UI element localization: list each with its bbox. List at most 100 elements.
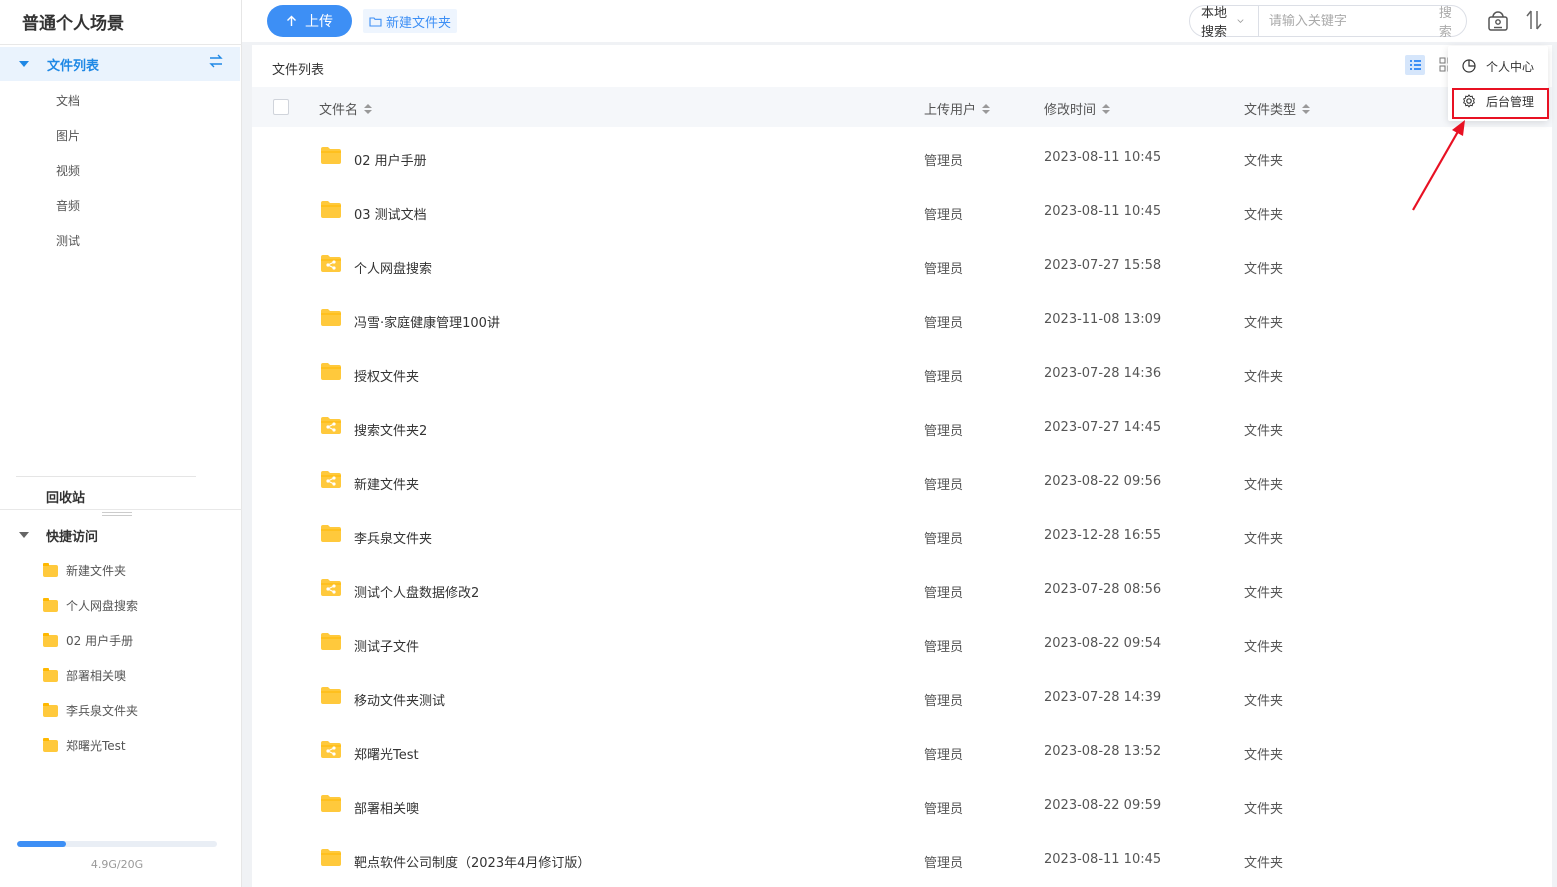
upload-user: 管理员 xyxy=(924,694,964,709)
quick-item[interactable]: 新建文件夹 xyxy=(43,562,126,579)
file-name[interactable]: 李兵泉文件夹 xyxy=(354,528,432,547)
table-row[interactable]: 测试个人盘数据修改2 管理员 2023-07-28 08:56 文件夹 xyxy=(252,564,1552,618)
table-row[interactable]: 搜索文件夹2 管理员 2023-07-27 14:45 文件夹 xyxy=(252,402,1552,456)
quick-item[interactable]: 郑曙光Test xyxy=(43,737,126,754)
shared-folder-icon xyxy=(321,255,341,272)
quick-access-header[interactable]: 快捷访问 xyxy=(0,525,98,545)
sort-icon[interactable] xyxy=(1524,9,1544,31)
quick-item[interactable]: 个人网盘搜索 xyxy=(43,597,138,614)
divider xyxy=(0,44,242,45)
table-row[interactable]: 郑曙光Test 管理员 2023-08-28 13:52 文件夹 xyxy=(252,726,1552,780)
switch-icon[interactable] xyxy=(208,54,224,72)
sidebar-item-file-list[interactable]: 文件列表 xyxy=(0,47,240,81)
caret-down-icon[interactable] xyxy=(19,532,29,538)
upload-user: 管理员 xyxy=(924,208,964,223)
annotation-highlight-box xyxy=(1452,88,1549,119)
table-row[interactable]: 03 测试文档 管理员 2023-08-11 10:45 文件夹 xyxy=(252,186,1552,240)
search-scope-select[interactable]: 本地搜索 xyxy=(1190,6,1259,40)
upload-user: 管理员 xyxy=(924,154,964,169)
quick-item[interactable]: 部署相关噢 xyxy=(43,667,126,684)
list-view-icon[interactable] xyxy=(1405,55,1425,75)
upload-user: 管理员 xyxy=(924,532,964,547)
upload-user: 管理员 xyxy=(924,316,964,331)
column-header-type[interactable]: 文件类型 xyxy=(1244,99,1311,118)
folder-icon xyxy=(321,687,341,704)
user-profile-icon[interactable] xyxy=(1486,8,1510,32)
file-type: 文件夹 xyxy=(1244,748,1284,763)
quick-item[interactable]: 李兵泉文件夹 xyxy=(43,702,138,719)
file-name[interactable]: 个人网盘搜索 xyxy=(354,258,432,277)
column-label: 修改时间 xyxy=(1044,103,1097,118)
search-box: 本地搜索 搜索 xyxy=(1189,2,1467,40)
modified-time: 2023-08-11 10:45 xyxy=(1044,852,1162,867)
search-input[interactable] xyxy=(1258,13,1439,29)
upload-user: 管理员 xyxy=(924,802,964,817)
upload-user: 管理员 xyxy=(924,748,964,763)
file-list-panel: 文件列表 文件名 上传用户 修改时间 文件类型 02 用户手册 管理员 2023-0… xyxy=(252,45,1552,887)
sidebar-item-recycle-bin[interactable]: 回收站 xyxy=(46,487,85,506)
menu-item-personal-center[interactable]: 个人中心 xyxy=(1448,51,1548,81)
folder-icon xyxy=(43,667,58,682)
quick-item-label: 郑曙光Test xyxy=(66,739,126,753)
file-name[interactable]: 郑曙光Test xyxy=(354,744,419,763)
file-type: 文件夹 xyxy=(1244,532,1284,547)
folder-icon xyxy=(321,363,341,380)
resize-handle[interactable] xyxy=(102,512,132,516)
folder-icon xyxy=(321,147,341,164)
pie-chart-icon xyxy=(1462,59,1476,73)
file-name[interactable]: 02 用户手册 xyxy=(354,150,427,169)
sidebar-item-images[interactable]: 图片 xyxy=(56,127,80,144)
modified-time: 2023-07-28 14:39 xyxy=(1044,690,1162,705)
file-type: 文件夹 xyxy=(1244,856,1284,871)
table-row[interactable]: 冯雪·家庭健康管理100讲 管理员 2023-11-08 13:09 文件夹 xyxy=(252,294,1552,348)
table-row[interactable]: 靶点软件公司制度（2023年4月修订版） 管理员 2023-08-11 10:45 文… xyxy=(252,834,1552,887)
upload-button[interactable]: 上传 xyxy=(267,5,352,37)
sidebar-item-documents[interactable]: 文档 xyxy=(56,92,80,109)
sidebar-item-videos[interactable]: 视频 xyxy=(56,162,80,179)
column-label: 上传用户 xyxy=(924,103,977,118)
folder-icon xyxy=(43,562,58,577)
select-all-checkbox[interactable] xyxy=(273,99,289,115)
search-button[interactable]: 搜索 xyxy=(1439,2,1466,40)
table-row[interactable]: 02 用户手册 管理员 2023-08-11 10:45 文件夹 xyxy=(252,132,1552,186)
column-header-user[interactable]: 上传用户 xyxy=(924,99,991,118)
quick-item-label: 02 用户手册 xyxy=(66,634,134,648)
sidebar-item-audio[interactable]: 音频 xyxy=(56,197,80,214)
file-name[interactable]: 部署相关噢 xyxy=(354,798,419,817)
quick-item[interactable]: 02 用户手册 xyxy=(43,632,133,649)
file-name[interactable]: 冯雪·家庭健康管理100讲 xyxy=(354,312,500,331)
column-header-time[interactable]: 修改时间 xyxy=(1044,99,1111,118)
column-label: 文件类型 xyxy=(1244,103,1297,118)
column-header-name[interactable]: 文件名 xyxy=(319,99,373,118)
table-row[interactable]: 个人网盘搜索 管理员 2023-07-27 15:58 文件夹 xyxy=(252,240,1552,294)
folder-icon xyxy=(321,795,341,812)
table-row[interactable]: 李兵泉文件夹 管理员 2023-12-28 16:55 文件夹 xyxy=(252,510,1552,564)
file-name[interactable]: 搜索文件夹2 xyxy=(354,420,427,439)
modified-time: 2023-11-08 13:09 xyxy=(1044,312,1162,327)
table-row[interactable]: 移动文件夹测试 管理员 2023-07-28 14:39 文件夹 xyxy=(252,672,1552,726)
modified-time: 2023-07-28 08:56 xyxy=(1044,582,1162,597)
sidebar-item-test[interactable]: 测试 xyxy=(56,232,80,249)
file-type: 文件夹 xyxy=(1244,694,1284,709)
search-scope-value: 本地搜索 xyxy=(1201,6,1228,40)
file-name[interactable]: 靶点软件公司制度（2023年4月修订版） xyxy=(354,852,590,871)
table-row[interactable]: 新建文件夹 管理员 2023-08-22 09:56 文件夹 xyxy=(252,456,1552,510)
caret-down-icon[interactable] xyxy=(19,61,29,67)
file-name[interactable]: 测试个人盘数据修改2 xyxy=(354,582,479,601)
folder-icon xyxy=(321,525,341,542)
table-row[interactable]: 部署相关噢 管理员 2023-08-22 09:59 文件夹 xyxy=(252,780,1552,834)
file-name[interactable]: 新建文件夹 xyxy=(354,474,419,493)
table-row[interactable]: 授权文件夹 管理员 2023-07-28 14:36 文件夹 xyxy=(252,348,1552,402)
shared-folder-icon xyxy=(321,471,341,488)
table-row[interactable]: 测试子文件 管理员 2023-08-22 09:54 文件夹 xyxy=(252,618,1552,672)
file-name[interactable]: 03 测试文档 xyxy=(354,204,427,223)
storage-progress-bar xyxy=(17,841,217,847)
sidebar-item-label: 文件列表 xyxy=(47,58,100,74)
quick-access-label: 快捷访问 xyxy=(46,529,99,545)
file-name[interactable]: 移动文件夹测试 xyxy=(354,690,445,709)
file-name[interactable]: 测试子文件 xyxy=(354,636,419,655)
file-name[interactable]: 授权文件夹 xyxy=(354,366,419,385)
modified-time: 2023-08-22 09:54 xyxy=(1044,636,1162,651)
file-type: 文件夹 xyxy=(1244,154,1284,169)
new-folder-button[interactable]: 新建文件夹 xyxy=(363,9,458,33)
